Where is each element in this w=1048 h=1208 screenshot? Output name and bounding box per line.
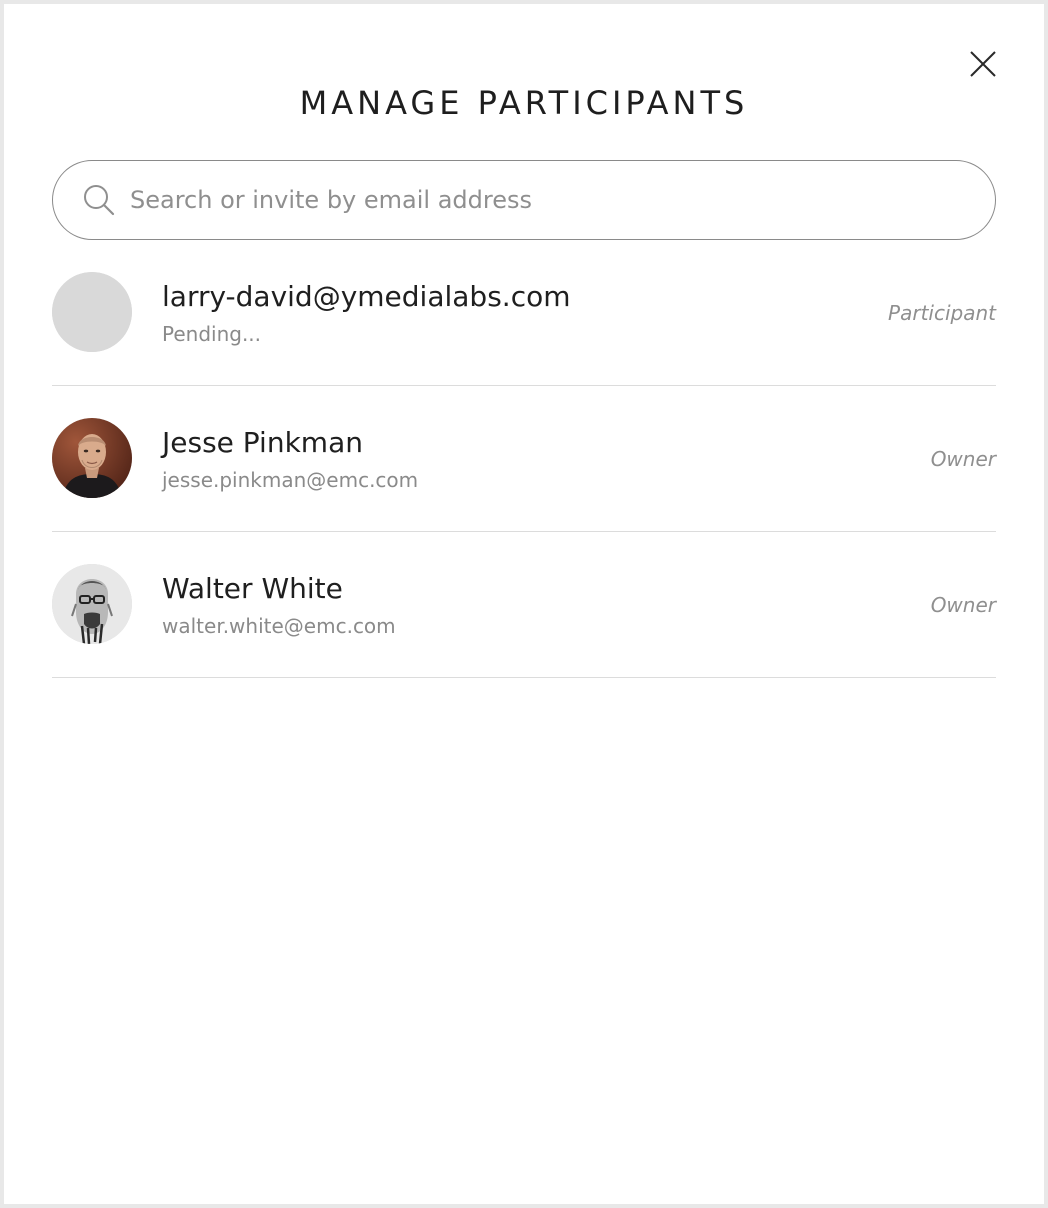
avatar	[52, 418, 132, 498]
participant-role[interactable]: Owner	[931, 447, 996, 471]
participant-email: jesse.pinkman@emc.com	[162, 468, 419, 492]
search-input[interactable]	[130, 186, 950, 214]
participant-row[interactable]: Jesse Pinkman jesse.pinkman@emc.com Owne…	[52, 386, 996, 532]
participant-name: Jesse Pinkman	[162, 426, 363, 459]
participant-row[interactable]: Walter White walter.white@emc.com Owner	[52, 532, 996, 678]
participant-email: walter.white@emc.com	[162, 614, 396, 638]
participant-list: larry-david@ymedialabs.com Pending... Pa…	[52, 240, 996, 678]
avatar	[52, 564, 132, 644]
participant-name: Walter White	[162, 572, 343, 605]
participant-row[interactable]: larry-david@ymedialabs.com Pending... Pa…	[52, 240, 996, 386]
avatar	[52, 272, 132, 352]
participant-status: Pending...	[162, 322, 262, 346]
sketch-avatar-icon	[52, 564, 132, 644]
participant-role[interactable]: Owner	[931, 593, 996, 617]
close-icon[interactable]	[964, 45, 1002, 83]
photo-avatar-icon	[52, 418, 132, 498]
participant-role[interactable]: Participant	[888, 301, 996, 325]
placeholder-avatar-icon	[52, 272, 132, 352]
close-button[interactable]	[964, 45, 1002, 83]
participant-name: larry-david@ymedialabs.com	[162, 280, 571, 313]
search-icon	[82, 183, 116, 217]
search-bar[interactable]	[52, 160, 996, 240]
page-title: MANAGE PARTICIPANTS	[299, 84, 749, 122]
